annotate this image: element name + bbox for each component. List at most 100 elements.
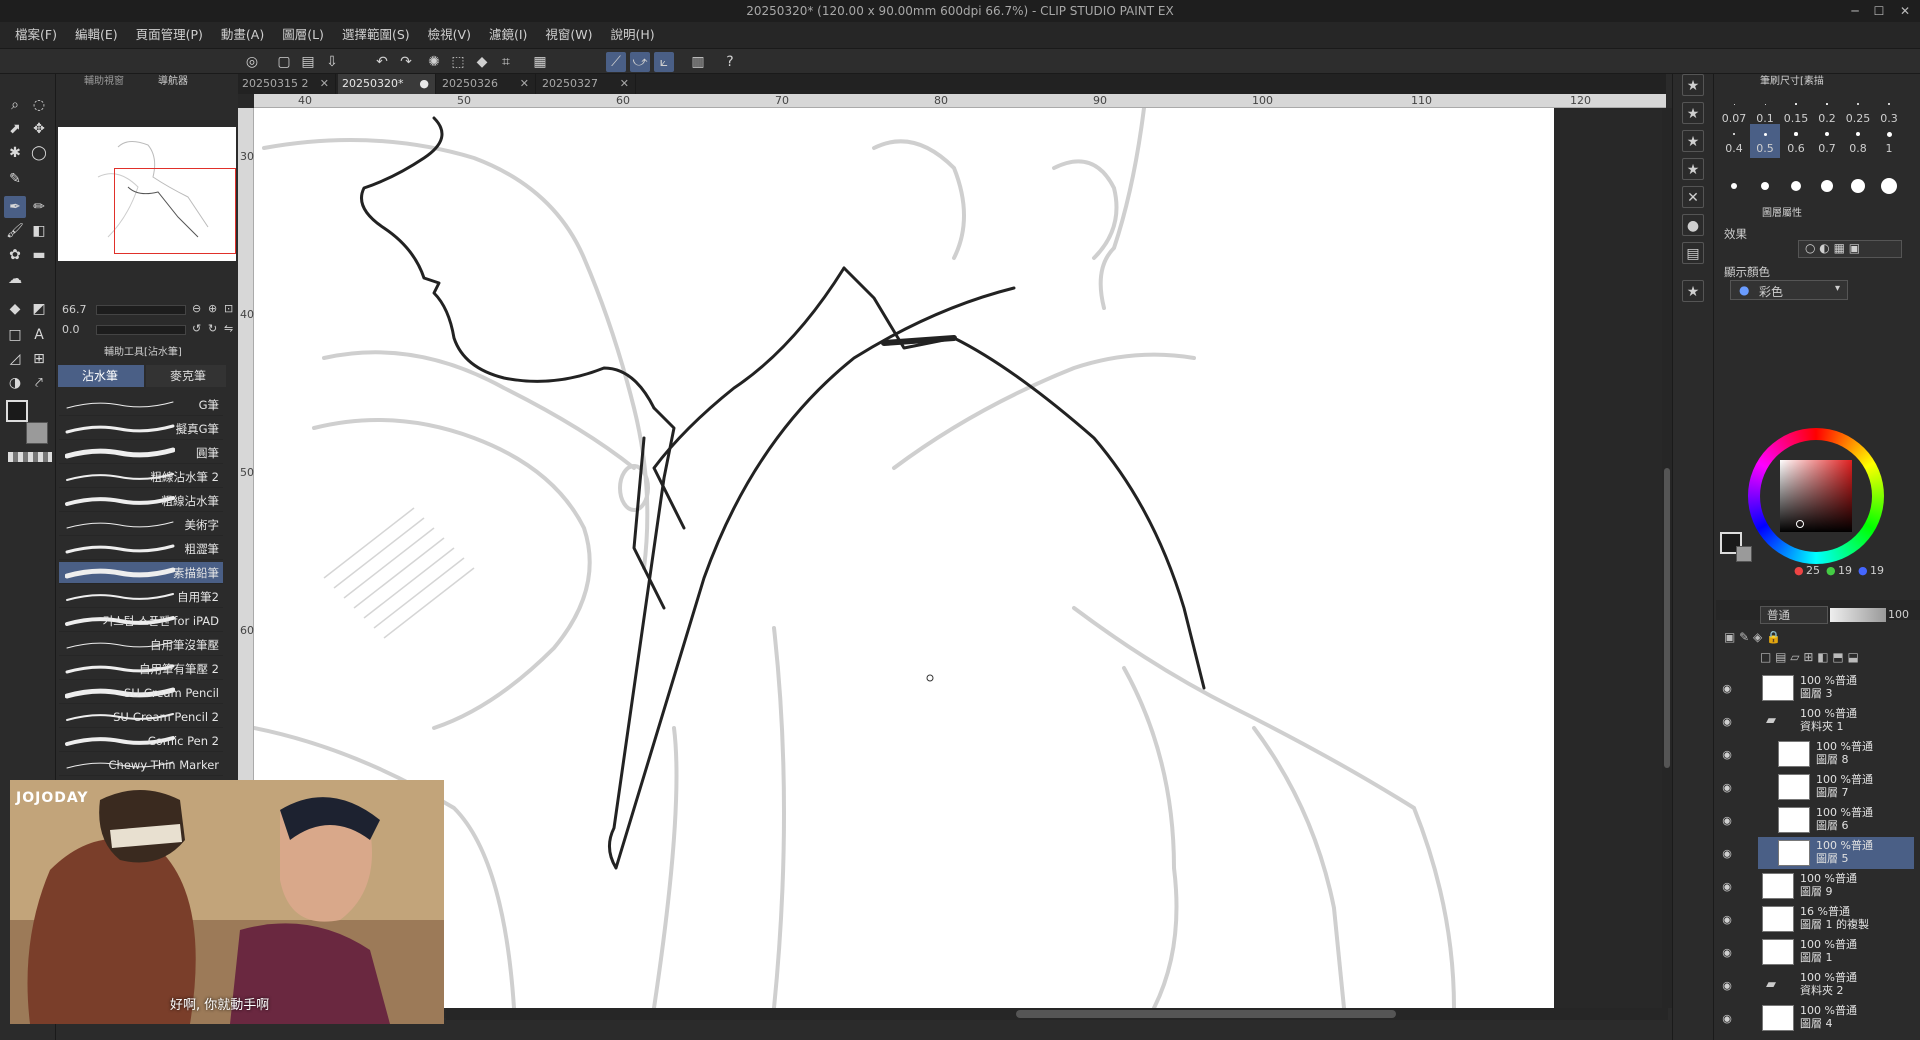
material-icon[interactable]: ★	[1682, 74, 1704, 96]
doc-tab-active[interactable]: 20250320* ●	[338, 74, 436, 94]
layer-item[interactable]: 100 %普通 圖層 3	[1758, 672, 1914, 704]
tab-navigator[interactable]: 導航器	[158, 74, 188, 90]
layer-visibility-icon[interactable]: ◉	[1720, 946, 1734, 959]
layer-item[interactable]: 100 %普通 圖層 5	[1758, 837, 1914, 869]
layer-item[interactable]: 100 %普通 圖層 9	[1758, 870, 1914, 902]
transparent-swatch[interactable]	[8, 452, 52, 462]
tab-sub-view[interactable]: 輔助視窗	[84, 74, 124, 90]
blend-icon[interactable]: ▬	[28, 244, 50, 266]
ruler-snap-icon[interactable]: ⟀	[654, 52, 674, 72]
video-overlay[interactable]: JOJODAY 好啊, 你就動手啊	[10, 780, 444, 1024]
navigator-view-rect[interactable]	[114, 168, 236, 254]
help-icon[interactable]: ?	[720, 52, 740, 72]
rotate-left-icon[interactable]: ↺	[192, 322, 201, 335]
material-icon[interactable]: ★	[1682, 102, 1704, 124]
frame-icon[interactable]: ⊞	[28, 348, 50, 370]
new-layer-icon[interactable]: □ ▤ ▱ ⊞ ◧ ⬒ ⬓	[1760, 650, 1859, 664]
layer-item[interactable]: 100 %普通 圖層 6	[1758, 804, 1914, 836]
brush-item[interactable]: 커스텀 스푼펜 for iPAD	[59, 610, 223, 632]
saturation-square[interactable]	[1780, 460, 1852, 532]
layer-visibility-icon[interactable]: ◉	[1720, 715, 1734, 728]
material-icon[interactable]: ★	[1682, 158, 1704, 180]
horizontal-scrollbar[interactable]	[446, 1008, 1668, 1020]
text-icon[interactable]: A	[28, 324, 50, 346]
brush-size-dot[interactable]	[1888, 103, 1890, 105]
search-layer-icon[interactable]: ✕	[1682, 186, 1704, 208]
move-icon[interactable]: ✥	[28, 118, 50, 140]
brush-item[interactable]: 粗線沾水筆 2	[59, 466, 223, 488]
main-color-swatch[interactable]	[6, 400, 28, 422]
vertical-scrollbar[interactable]	[1662, 108, 1672, 1008]
zoom-slider[interactable]	[96, 305, 186, 315]
brush-item[interactable]: SU-Cream Pencil	[59, 682, 223, 704]
menu-view[interactable]: 檢視(V)	[419, 22, 480, 48]
brush-size-label[interactable]: 0.07	[1719, 112, 1749, 125]
fit-icon[interactable]: ⊡	[224, 302, 233, 315]
brush-item[interactable]: 自用筆有筆壓 2	[59, 658, 223, 680]
layer-item[interactable]: 100 %普通 圖層 1	[1758, 936, 1914, 968]
layer-item[interactable]: 100 %普通 圖層 8	[1758, 738, 1914, 770]
brush-size-label[interactable]: 0.8	[1843, 142, 1873, 155]
brush-size-dot[interactable]	[1826, 103, 1828, 105]
transform-icon[interactable]: ⌗	[496, 52, 516, 72]
display-color-select[interactable]: ● 彩色 ▾	[1730, 280, 1848, 300]
brush-item[interactable]: 擬真G筆	[59, 418, 223, 440]
menu-window[interactable]: 視窗(W)	[536, 22, 601, 48]
layer-visibility-icon[interactable]: ◉	[1720, 913, 1734, 926]
zoom-out-icon[interactable]: ⊖	[192, 302, 201, 315]
rotation-slider[interactable]	[96, 325, 186, 335]
brush-size-dot[interactable]	[1795, 103, 1797, 105]
brush-size-label[interactable]: 0.6	[1781, 142, 1811, 155]
menu-page[interactable]: 頁面管理(P)	[127, 22, 212, 48]
brush-item[interactable]: Comic Pen 2	[59, 730, 223, 752]
layer-visibility-icon[interactable]: ◉	[1720, 880, 1734, 893]
redo-icon[interactable]: ↷	[396, 52, 416, 72]
brush-size-dot[interactable]	[1764, 103, 1766, 105]
menu-filter[interactable]: 濾鏡(I)	[480, 22, 536, 48]
device-icon[interactable]: ▥	[688, 52, 708, 72]
brush-item[interactable]: 素描鉛筆	[59, 562, 223, 584]
color-picker-cursor[interactable]	[1796, 520, 1804, 528]
rotate-right-icon[interactable]: ↻	[208, 322, 217, 335]
decoration-icon[interactable]: ✿	[4, 244, 26, 266]
doc-tab[interactable]: 20250326 ✕	[438, 74, 536, 94]
menu-layer[interactable]: 圖層(L)	[273, 22, 333, 48]
menu-animation[interactable]: 動畫(A)	[212, 22, 273, 48]
brush-item[interactable]: 圓筆	[59, 442, 223, 464]
layer-item[interactable]: 16 %普通 圖層 1 的複製	[1758, 903, 1914, 935]
balloon-icon[interactable]: ◑	[4, 372, 26, 394]
brush-size-dot[interactable]	[1761, 182, 1769, 190]
clip-studio-icon[interactable]: ◎	[242, 52, 262, 72]
brush-size-dot[interactable]	[1821, 180, 1833, 192]
layer-lock-icon[interactable]: ▣ ✎ ◈ 🔒	[1724, 630, 1781, 644]
brush-size-label[interactable]: 0.2	[1812, 112, 1842, 125]
brush-size-dot[interactable]	[1857, 103, 1859, 105]
brush-item[interactable]: Chewy Thin Marker	[59, 754, 223, 776]
stabilizer-icon[interactable]: ⟋	[606, 52, 626, 72]
brush-size-label[interactable]: 0.3	[1874, 112, 1904, 125]
opacity-slider[interactable]	[1830, 608, 1886, 622]
brush-item[interactable]: 粗線沾水筆	[59, 490, 223, 512]
vertical-scroll-thumb[interactable]	[1664, 468, 1670, 768]
tone-icon[interactable]: ▦	[530, 52, 550, 72]
blend-mode-select[interactable]: 普通	[1760, 606, 1828, 624]
doc-tab[interactable]: 20250315 2 ✕	[238, 74, 336, 94]
canvas-paper[interactable]	[254, 108, 1554, 1008]
pencil-icon[interactable]: ✏	[28, 196, 50, 218]
material-icon[interactable]: ★	[1682, 130, 1704, 152]
brush-item[interactable]: SU-Cream Pencil 2	[59, 706, 223, 728]
undo-icon[interactable]: ↶	[372, 52, 392, 72]
select-pen-icon[interactable]: ◯	[28, 142, 50, 164]
horizontal-scroll-thumb[interactable]	[1016, 1010, 1396, 1018]
brush-size-label[interactable]: 0.15	[1781, 112, 1811, 125]
brush-size-dot[interactable]	[1791, 181, 1801, 191]
tab-dip-pen[interactable]: 沾水筆	[58, 365, 144, 387]
layer-visibility-icon[interactable]: ◉	[1720, 682, 1734, 695]
brush-size-dot[interactable]	[1794, 132, 1798, 136]
object-select-icon[interactable]: ⬈	[4, 118, 26, 140]
brush-size-label[interactable]: 1	[1874, 142, 1904, 155]
layer-item[interactable]: ▰ 100 %普通 資料夾 1	[1758, 705, 1914, 737]
gradient-icon[interactable]: ◩	[28, 298, 50, 320]
effect-border-icon[interactable]: ○ ◐ ▦ ▣	[1805, 241, 1860, 255]
menu-edit[interactable]: 編輯(E)	[66, 22, 127, 48]
